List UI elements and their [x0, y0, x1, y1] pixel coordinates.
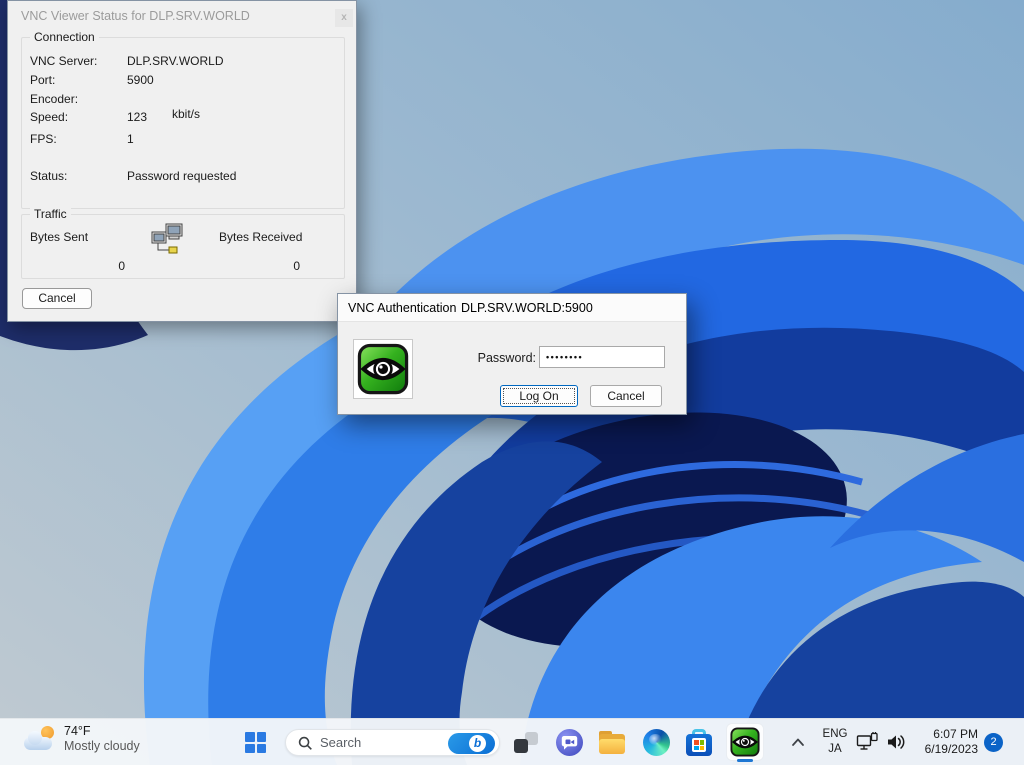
vnc-app-icon-frame	[353, 339, 413, 399]
auth-cancel-button[interactable]: Cancel	[590, 385, 662, 407]
edge-browser-button[interactable]	[643, 729, 670, 756]
bytes-received-label: Bytes Received	[219, 230, 302, 244]
notification-badge[interactable]: 2	[984, 733, 1003, 752]
bing-chat-button[interactable]: b	[448, 733, 495, 754]
traffic-group: Traffic Bytes Sent Bytes Received 0 0	[21, 214, 345, 279]
network-computers-icon	[150, 223, 186, 257]
vnc-server-label: VNC Server:	[30, 54, 97, 68]
encoder-label: Encoder:	[30, 92, 78, 106]
date: 6/19/2023	[908, 742, 978, 757]
speed-unit: kbit/s	[172, 107, 200, 121]
fps-value: 1	[127, 132, 134, 146]
sun-behind-cloud-icon	[24, 725, 56, 753]
ultravnc-taskbar-button[interactable]	[726, 723, 764, 761]
vnc-auth-dialog: VNC Authentication DLP.SRV.WORLD:5900 Pa…	[337, 293, 687, 415]
ultravnc-eye-icon	[357, 343, 409, 395]
language-switcher[interactable]: ENG JA	[820, 727, 850, 757]
taskbar: 74°F Mostly cloudy Search b	[0, 718, 1024, 765]
connection-legend: Connection	[30, 30, 99, 44]
search-input[interactable]: Search b	[285, 729, 500, 756]
microsoft-store-button[interactable]	[686, 729, 712, 756]
bing-icon: b	[469, 735, 486, 752]
weather-widget[interactable]: 74°F Mostly cloudy	[24, 724, 140, 754]
bytes-sent-value: 0	[30, 259, 125, 273]
connection-group: Connection VNC Server: DLP.SRV.WORLD Por…	[21, 37, 345, 209]
task-view-button[interactable]	[514, 732, 538, 754]
status-label: Status:	[30, 169, 67, 183]
port-value: 5900	[127, 73, 154, 87]
bytes-received-value: 0	[202, 259, 300, 273]
time: 6:07 PM	[908, 727, 978, 742]
weather-temperature: 74°F	[64, 724, 140, 739]
traffic-legend: Traffic	[30, 207, 71, 221]
dialog-title: VNC Viewer Status for DLP.SRV.WORLD	[21, 1, 250, 31]
chat-bubble-icon	[556, 729, 583, 756]
close-icon[interactable]: x	[335, 9, 353, 27]
language-line1: ENG	[820, 727, 850, 742]
auth-titlebar: VNC Authentication DLP.SRV.WORLD:5900	[338, 294, 686, 322]
volume-icon[interactable]	[886, 733, 907, 751]
auth-dialog-host: DLP.SRV.WORLD:5900	[461, 294, 593, 322]
vnc-status-dialog: VNC Viewer Status for DLP.SRV.WORLD x Co…	[7, 0, 357, 322]
port-label: Port:	[30, 73, 55, 87]
clock[interactable]: 6:07 PM 6/19/2023	[908, 727, 978, 757]
chat-teams-button[interactable]	[556, 729, 583, 756]
desktop: VNC Viewer Status for DLP.SRV.WORLD x Co…	[0, 0, 1024, 765]
cancel-button[interactable]: Cancel	[22, 288, 92, 309]
hidden-icons-button[interactable]	[787, 731, 809, 753]
ultravnc-eye-icon	[730, 727, 760, 757]
bytes-sent-label: Bytes Sent	[30, 230, 88, 244]
network-icon[interactable]	[856, 732, 880, 752]
language-line2: JA	[820, 742, 850, 757]
chevron-up-icon	[791, 737, 805, 747]
search-placeholder: Search	[320, 730, 361, 755]
speed-value: 123	[127, 110, 147, 124]
speed-label: Speed:	[30, 110, 68, 124]
log-on-button[interactable]: Log On	[500, 385, 578, 407]
password-label: Password:	[468, 351, 536, 365]
status-value: Password requested	[127, 169, 236, 183]
search-icon	[298, 736, 313, 751]
file-explorer-button[interactable]	[599, 731, 625, 754]
weather-condition: Mostly cloudy	[64, 739, 140, 754]
auth-dialog-title: VNC Authentication	[348, 294, 456, 322]
vnc-server-value: DLP.SRV.WORLD	[127, 54, 224, 68]
active-app-indicator	[737, 759, 753, 762]
password-input[interactable]: ••••••••	[539, 346, 665, 368]
windows-logo-icon	[245, 732, 255, 742]
start-button[interactable]	[245, 732, 266, 753]
fps-label: FPS:	[30, 132, 57, 146]
